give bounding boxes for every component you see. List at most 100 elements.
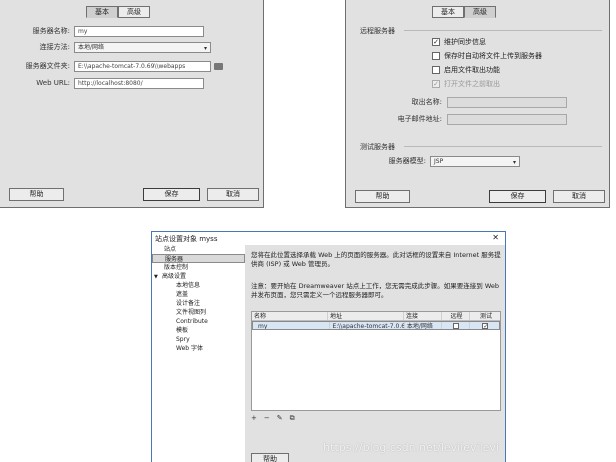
servers-content: 您将在此位置选择承载 Web 上的页面的服务器。此对话框的设置来自 Intern… bbox=[245, 245, 505, 462]
checkbox-maintain-sync[interactable]: ✓ bbox=[432, 38, 440, 46]
checkbox-label: 打开文件之前取出 bbox=[444, 80, 500, 88]
add-server-icon[interactable]: + bbox=[251, 414, 257, 423]
testing-server-section-title: 测试服务器 bbox=[360, 143, 395, 151]
server-model-select[interactable]: JSP ▾ bbox=[430, 155, 520, 167]
tab-basic[interactable]: 基本 bbox=[86, 6, 118, 18]
checkbox-label: 启用文件取出功能 bbox=[444, 66, 500, 74]
tab-advanced[interactable]: 高级 bbox=[118, 6, 150, 18]
checkout-name-label: 取出名称: bbox=[411, 98, 442, 106]
cell-address: E:\\apache-tomcat-7.0.69\\... bbox=[332, 322, 405, 329]
checkbox-auto-upload[interactable] bbox=[432, 52, 440, 60]
checkout-name-input bbox=[447, 96, 567, 108]
chevron-down-icon: ▾ bbox=[512, 158, 516, 166]
server-folder-label: 服务器文件夹: bbox=[25, 62, 70, 70]
email-input bbox=[447, 113, 567, 125]
cell-connection: 本地/网络 bbox=[405, 322, 443, 329]
col-connection[interactable]: 连接 bbox=[404, 312, 442, 320]
edit-server-icon[interactable]: ✎ bbox=[277, 414, 283, 423]
checkbox-enable-checkout[interactable] bbox=[432, 66, 440, 74]
nav-item-local-info[interactable]: 本地信息 bbox=[152, 281, 245, 290]
nav-item-version-control[interactable]: 版本控制 bbox=[152, 263, 245, 272]
nav-item-contribute[interactable]: Contribute bbox=[152, 317, 245, 326]
duplicate-server-icon[interactable]: ⧉ bbox=[290, 414, 295, 423]
checkbox-row: ✓ 打开文件之前取出 bbox=[432, 78, 500, 90]
nav-item-web-fonts[interactable]: Web 字体 bbox=[152, 344, 245, 353]
test-checkbox[interactable]: ✓ bbox=[482, 323, 488, 329]
email-label: 电子邮件地址: bbox=[397, 115, 442, 123]
checkbox-label: 保存时自动将文件上传到服务器 bbox=[444, 52, 542, 60]
site-setup-dialog: 站点设置对象 myss ✕ 站点 服务器 版本控制 ▼ 高级设置 本地信息 遮盖 … bbox=[151, 231, 506, 462]
col-address[interactable]: 地址 bbox=[328, 312, 404, 320]
server-folder-row: 服务器文件夹: E:\\apache-tomcat-7.0.69\\webapp… bbox=[10, 60, 223, 72]
expand-arrow-icon[interactable]: ▼ bbox=[154, 273, 162, 282]
server-name-label: 服务器名称: bbox=[32, 27, 70, 35]
checkbox-row[interactable]: 启用文件取出功能 bbox=[432, 64, 500, 76]
section-divider bbox=[404, 30, 602, 31]
email-row: 电子邮件地址: bbox=[366, 113, 567, 125]
remote-server-section-title: 远程服务器 bbox=[360, 27, 395, 35]
checkbox-row[interactable]: ✓ 维护同步信息 bbox=[432, 36, 486, 48]
remote-checkbox[interactable] bbox=[453, 323, 460, 329]
web-url-input[interactable]: http://localhost:8080/ bbox=[74, 77, 204, 89]
watermark-text: https://blog.csdn.net/levilevilevi bbox=[323, 441, 499, 454]
server-model-label: 服务器模型: bbox=[388, 157, 426, 165]
cell-remote bbox=[442, 322, 470, 329]
server-model-value: JSP bbox=[434, 157, 444, 165]
nav-item-spry[interactable]: Spry bbox=[152, 335, 245, 344]
save-button[interactable]: 保存 bbox=[143, 188, 200, 201]
save-button[interactable]: 保存 bbox=[489, 190, 546, 203]
cell-test: ✓ bbox=[470, 322, 499, 329]
remove-server-icon[interactable]: − bbox=[264, 414, 270, 423]
connect-method-select[interactable]: 本地/网络 ▾ bbox=[74, 41, 211, 53]
folder-icon[interactable] bbox=[214, 62, 223, 70]
help-button[interactable]: 帮助 bbox=[251, 453, 289, 462]
server-name-row: 服务器名称: my bbox=[10, 25, 204, 37]
advanced-settings-panel: 基本 高级 远程服务器 ✓ 维护同步信息 保存时自动将文件上传到服务器 启用文件… bbox=[345, 0, 610, 208]
note-text: 注意：要开始在 Dreamweaver 站点上工作，您无需完成此步骤。如果要连接… bbox=[251, 282, 500, 299]
cell-name: my bbox=[256, 322, 331, 329]
nav-item-label: 高级设置 bbox=[162, 273, 187, 280]
dialog-titlebar: 站点设置对象 myss ✕ bbox=[152, 232, 505, 245]
section-divider bbox=[404, 146, 602, 147]
tab-advanced[interactable]: 高级 bbox=[464, 6, 496, 18]
nav-item-file-view-columns[interactable]: 文件视图列 bbox=[152, 308, 245, 317]
checkbox-row[interactable]: 保存时自动将文件上传到服务器 bbox=[432, 50, 542, 62]
table-toolbar: + − ✎ ⧉ bbox=[251, 414, 295, 423]
connect-method-label: 连接方法: bbox=[39, 43, 70, 51]
connect-method-value: 本地/网络 bbox=[78, 43, 105, 51]
dialog-title: 站点设置对象 myss bbox=[155, 234, 218, 243]
server-name-input[interactable]: my bbox=[74, 25, 204, 37]
web-url-row: Web URL: http://localhost:8080/ bbox=[10, 77, 204, 89]
server-model-row: 服务器模型: JSP ▾ bbox=[366, 155, 520, 167]
nav-item-templates[interactable]: 模板 bbox=[152, 326, 245, 335]
nav-item-advanced[interactable]: ▼ 高级设置 bbox=[152, 272, 245, 281]
nav-item-site[interactable]: 站点 bbox=[152, 245, 245, 254]
checkout-name-row: 取出名称: bbox=[366, 96, 567, 108]
help-button[interactable]: 帮助 bbox=[355, 190, 410, 203]
col-remote[interactable]: 远程 bbox=[442, 312, 470, 320]
col-name[interactable]: 名称 bbox=[252, 312, 328, 320]
checkbox-label: 维护同步信息 bbox=[444, 38, 486, 46]
web-url-label: Web URL: bbox=[36, 79, 70, 87]
cancel-button[interactable]: 取消 bbox=[553, 190, 605, 203]
intro-text: 您将在此位置选择承载 Web 上的页面的服务器。此对话框的设置来自 Intern… bbox=[251, 251, 501, 268]
col-test[interactable]: 测试 bbox=[470, 312, 500, 320]
settings-nav: 站点 服务器 版本控制 ▼ 高级设置 本地信息 遮盖 设计备注 文件视图列 Con… bbox=[152, 245, 245, 462]
chevron-down-icon: ▾ bbox=[203, 44, 207, 52]
close-icon[interactable]: ✕ bbox=[492, 233, 499, 242]
basic-settings-panel: 基本 高级 服务器名称: my 连接方法: 本地/网络 ▾ 服务器文件夹: E:… bbox=[0, 0, 264, 208]
checkbox-checkout-on-open: ✓ bbox=[432, 80, 440, 88]
servers-table: 名称 地址 连接 远程 测试 my E:\\apache-tomcat-7.0.… bbox=[251, 311, 501, 411]
server-folder-input[interactable]: E:\\apache-tomcat-7.0.69\\webapps bbox=[74, 60, 211, 72]
table-row[interactable]: my E:\\apache-tomcat-7.0.69\\... 本地/网络 ✓ bbox=[252, 321, 500, 330]
nav-item-servers[interactable]: 服务器 bbox=[152, 254, 245, 263]
tab-basic[interactable]: 基本 bbox=[432, 6, 464, 18]
connect-method-row: 连接方法: 本地/网络 ▾ bbox=[10, 41, 211, 53]
cancel-button[interactable]: 取消 bbox=[207, 188, 259, 201]
help-button[interactable]: 帮助 bbox=[9, 188, 64, 201]
tab-strip: 基本 高级 bbox=[86, 6, 150, 18]
nav-item-design-notes[interactable]: 设计备注 bbox=[152, 299, 245, 308]
table-header: 名称 地址 连接 远程 测试 bbox=[252, 312, 500, 321]
nav-item-cloaking[interactable]: 遮盖 bbox=[152, 290, 245, 299]
tab-strip: 基本 高级 bbox=[432, 6, 496, 18]
